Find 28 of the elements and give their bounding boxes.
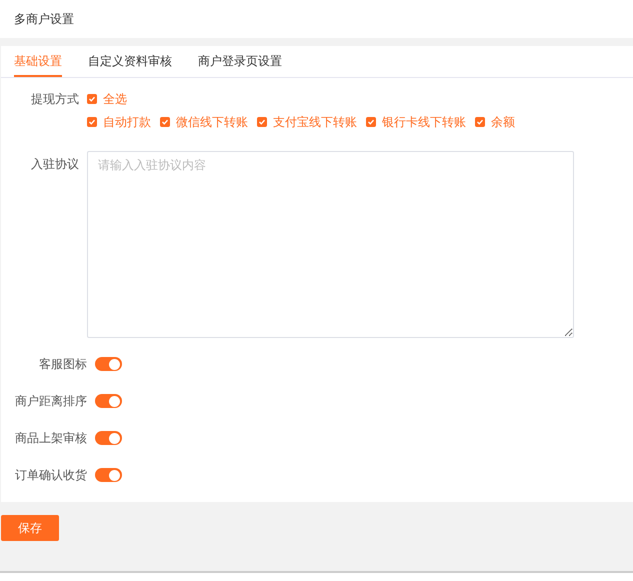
checkbox-label[interactable]: 余额 (491, 113, 515, 131)
save-button[interactable]: 保存 (1, 515, 59, 541)
toggle-switch[interactable] (95, 394, 122, 408)
checkbox-label[interactable]: 微信线下转账 (176, 113, 248, 131)
checkbox[interactable] (257, 117, 267, 127)
field-label: 商品上架审核 (14, 430, 88, 447)
toggle-switch[interactable] (95, 431, 122, 445)
tab[interactable]: 商户登录页设置 (198, 52, 282, 77)
checkbox[interactable] (475, 117, 485, 127)
page-title: 多商户设置 (14, 11, 74, 28)
checkbox[interactable] (87, 94, 97, 104)
checkbox-label[interactable]: 自动打款 (103, 113, 151, 131)
checkbox[interactable] (366, 117, 376, 127)
field-label: 商户距离排序 (14, 393, 88, 410)
field-label: 客服图标 (38, 356, 88, 373)
checkbox-label[interactable]: 全选 (103, 90, 127, 108)
checkbox-label[interactable]: 银行卡线下转账 (382, 113, 466, 131)
field-label: 订单确认收货 (14, 467, 88, 484)
toggle-switch[interactable] (95, 468, 122, 482)
agreement-field[interactable]: 请输入入驻协议内容 (87, 151, 574, 338)
field-label: 入驻协议 (30, 156, 80, 173)
checkbox[interactable] (87, 117, 97, 127)
tab[interactable]: 基础设置 (14, 52, 62, 77)
checkbox[interactable] (160, 117, 170, 127)
checkbox-label[interactable]: 支付宝线下转账 (273, 113, 357, 131)
field-label: 提现方式 (30, 91, 80, 108)
toggle-switch[interactable] (95, 357, 122, 371)
tab[interactable]: 自定义资料审核 (88, 52, 172, 77)
